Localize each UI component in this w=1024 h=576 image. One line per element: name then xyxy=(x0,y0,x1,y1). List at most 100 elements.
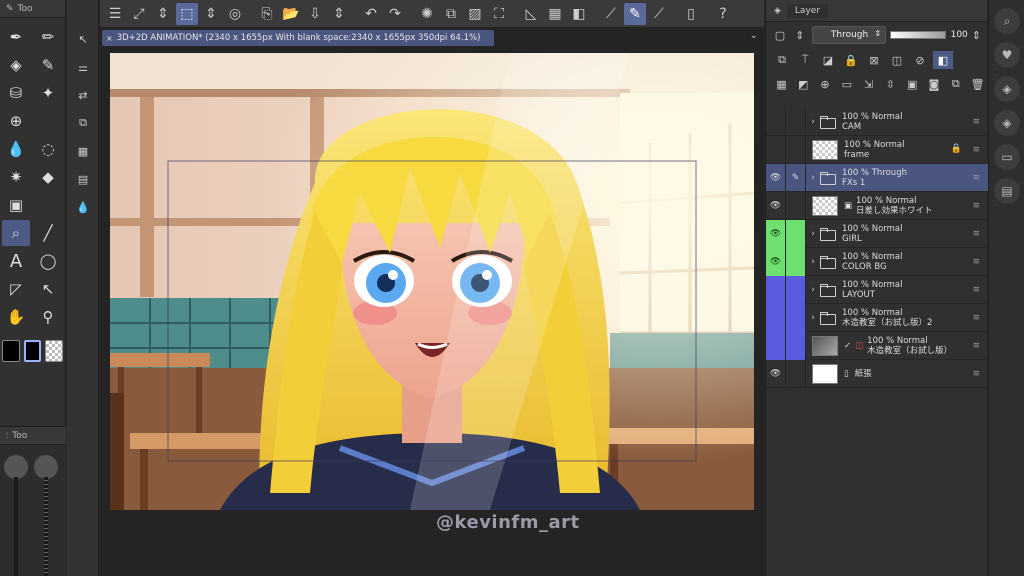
artwork-canvas[interactable] xyxy=(110,53,754,510)
ruler-icon[interactable]: ◸ xyxy=(2,276,30,302)
drag-handle-icon[interactable]: ≡ xyxy=(972,341,980,351)
auto-action-icon[interactable]: ▤ xyxy=(994,178,1020,204)
crosshair-icon[interactable]: ⊕ xyxy=(2,108,30,134)
balloon-icon[interactable]: ◯ xyxy=(34,248,62,274)
expand-icon[interactable]: ↖ xyxy=(69,26,97,52)
chevron-icon[interactable]: ⇕ xyxy=(152,3,174,25)
fit-icon[interactable]: ⤢ xyxy=(128,3,150,25)
mask-add-icon[interactable]: ▣ xyxy=(903,75,922,93)
drag-handle-icon[interactable]: ≡ xyxy=(972,201,980,211)
chevron-right-icon[interactable]: › xyxy=(806,285,820,295)
layer-visibility-toggle[interactable] xyxy=(766,275,786,304)
main-color-swatch[interactable] xyxy=(2,340,20,362)
layer-property-icon[interactable]: ◈ xyxy=(994,76,1020,102)
apply-mask-icon[interactable]: ◙ xyxy=(925,75,944,93)
chevron-icon[interactable]: ⇕ xyxy=(972,26,981,44)
gradient-icon[interactable]: ▣ xyxy=(2,192,30,218)
fill-icon[interactable]: ⛁ xyxy=(2,80,30,106)
draft-icon[interactable]: ◪ xyxy=(818,51,838,69)
layer-visibility-toggle[interactable] xyxy=(766,135,786,164)
material-icon[interactable]: ♥ xyxy=(994,42,1020,68)
hand-icon[interactable]: ✋ xyxy=(2,304,30,330)
layers-icon[interactable]: ◎ xyxy=(224,3,246,25)
layer-visibility-toggle[interactable] xyxy=(766,331,786,360)
transform-icon[interactable]: ⛶ xyxy=(488,3,510,25)
export-icon[interactable]: ⇩ xyxy=(304,3,326,25)
layer-edit-toggle[interactable] xyxy=(786,191,806,220)
new-folder-icon[interactable]: ▭ xyxy=(837,75,856,93)
chevron-icon[interactable]: ⇕ xyxy=(200,3,222,25)
layer-row-girl[interactable]: 👁 › 100 % Normal GIRL ≡ xyxy=(766,219,988,248)
blend-icon[interactable]: 💧 xyxy=(2,136,30,162)
open-folder-icon[interactable]: 📂 xyxy=(280,3,302,25)
drag-handle-icon[interactable]: ≡ xyxy=(972,145,980,155)
layer-visibility-toggle[interactable]: 👁 xyxy=(766,191,786,220)
blend-mode-select[interactable]: Through ⇕ xyxy=(811,26,887,44)
chevron-right-icon[interactable]: › xyxy=(806,257,820,267)
opacity-slider[interactable] xyxy=(890,31,947,39)
text-icon[interactable]: A xyxy=(2,248,30,274)
canvas-icon[interactable]: ▦ xyxy=(69,138,97,164)
layer-edit-toggle[interactable]: ✎ xyxy=(786,163,806,192)
timeline-icon[interactable]: ▭ xyxy=(994,144,1020,170)
layer-edit-toggle[interactable] xyxy=(786,275,806,304)
brush-size-dot[interactable] xyxy=(4,455,28,479)
help-icon[interactable]: ? xyxy=(712,3,734,25)
color-layer-icon[interactable]: ◧ xyxy=(933,51,953,69)
document-tab[interactable]: × 3D+2D ANIMATION* (2340 x 1655px With b… xyxy=(102,30,494,46)
layer-visibility-toggle[interactable] xyxy=(766,107,786,136)
chevron-icon[interactable]: ⇕ xyxy=(328,3,350,25)
chevron-right-icon[interactable]: › xyxy=(806,229,820,239)
layer-edit-toggle[interactable] xyxy=(786,247,806,276)
stroke-icon[interactable]: ⟋ xyxy=(648,3,670,25)
magnifier-icon[interactable]: ⌕ xyxy=(2,220,30,246)
redo-icon[interactable]: ↷ xyxy=(384,3,406,25)
invert-icon[interactable]: ◧ xyxy=(568,3,590,25)
eyedropper-icon[interactable]: ⚲ xyxy=(34,304,62,330)
chevron-right-icon[interactable]: › xyxy=(806,117,820,127)
new-vector-icon[interactable]: ◩ xyxy=(794,75,813,93)
pen-icon[interactable]: ✒ xyxy=(2,24,30,50)
layer-row-colorbg[interactable]: 👁 › 100 % Normal COLOR BG ≡ xyxy=(766,247,988,276)
layer-search-icon[interactable]: ◈ xyxy=(994,110,1020,136)
selector-icon[interactable]: ↖ xyxy=(34,276,62,302)
drag-handle-icon[interactable]: ≡ xyxy=(972,369,980,379)
layer-edit-toggle[interactable] xyxy=(786,359,806,388)
drag-handle-icon[interactable]: ≡ xyxy=(972,173,980,183)
chevron-right-icon[interactable]: › xyxy=(806,173,820,183)
lock-icon[interactable]: 🔒 xyxy=(841,51,861,69)
transfer-icon[interactable]: ⇄ xyxy=(69,82,97,108)
undo-icon[interactable]: ↶ xyxy=(360,3,382,25)
phone-icon[interactable]: ▯ xyxy=(680,3,702,25)
pen-pressure-icon[interactable]: ⟋ xyxy=(600,3,622,25)
layer-color-box-icon[interactable]: ▢ xyxy=(772,26,788,44)
ink-icon[interactable]: ✎ xyxy=(34,52,62,78)
layer-visibility-toggle[interactable]: 👁 xyxy=(766,359,786,388)
menu-icon[interactable]: ☰ xyxy=(104,3,126,25)
merge-down-icon[interactable]: ⇳ xyxy=(881,75,900,93)
opacity-slider[interactable] xyxy=(44,477,48,576)
delete-icon[interactable]: 🗑 xyxy=(968,75,987,93)
layer-edit-toggle[interactable] xyxy=(786,303,806,332)
layer-row-layout[interactable]: › 100 % Normal LAYOUT ≡ xyxy=(766,275,988,304)
layer-edit-toggle[interactable] xyxy=(786,107,806,136)
sub-color-swatch[interactable] xyxy=(23,340,42,362)
navigator-icon[interactable]: ⌕ xyxy=(994,8,1020,34)
new-file-icon[interactable]: ⎘ xyxy=(256,3,278,25)
layer-edit-toggle[interactable] xyxy=(786,219,806,248)
drag-handle-icon[interactable]: ≡ xyxy=(972,285,980,295)
layer-edit-toggle[interactable] xyxy=(786,331,806,360)
loading-icon[interactable]: ✺ xyxy=(416,3,438,25)
layer-row-classroom2[interactable]: › 100 % Normal 木造教室（お試し版）2 ≡ xyxy=(766,303,988,332)
bucket-icon[interactable]: ◆ xyxy=(34,164,62,190)
layer-row-paper[interactable]: 👁 ▯ 紙張 ≡ xyxy=(766,359,988,388)
layer-row-cam[interactable]: › 100 % Normal CAM ≡ xyxy=(766,107,988,136)
brush-size-dot[interactable] xyxy=(34,455,58,479)
layer-visibility-toggle[interactable]: 👁 xyxy=(766,163,786,192)
clip-icon[interactable]: ⧉ xyxy=(772,51,792,69)
chevron-down-icon[interactable]: ⌄ xyxy=(750,30,758,41)
ruler-link-icon[interactable]: ⊘ xyxy=(910,51,930,69)
copy-layer-icon[interactable]: ⧉ xyxy=(946,75,965,93)
reference-icon[interactable]: ⍑ xyxy=(795,51,815,69)
opacity-value[interactable]: 100 xyxy=(950,30,968,40)
